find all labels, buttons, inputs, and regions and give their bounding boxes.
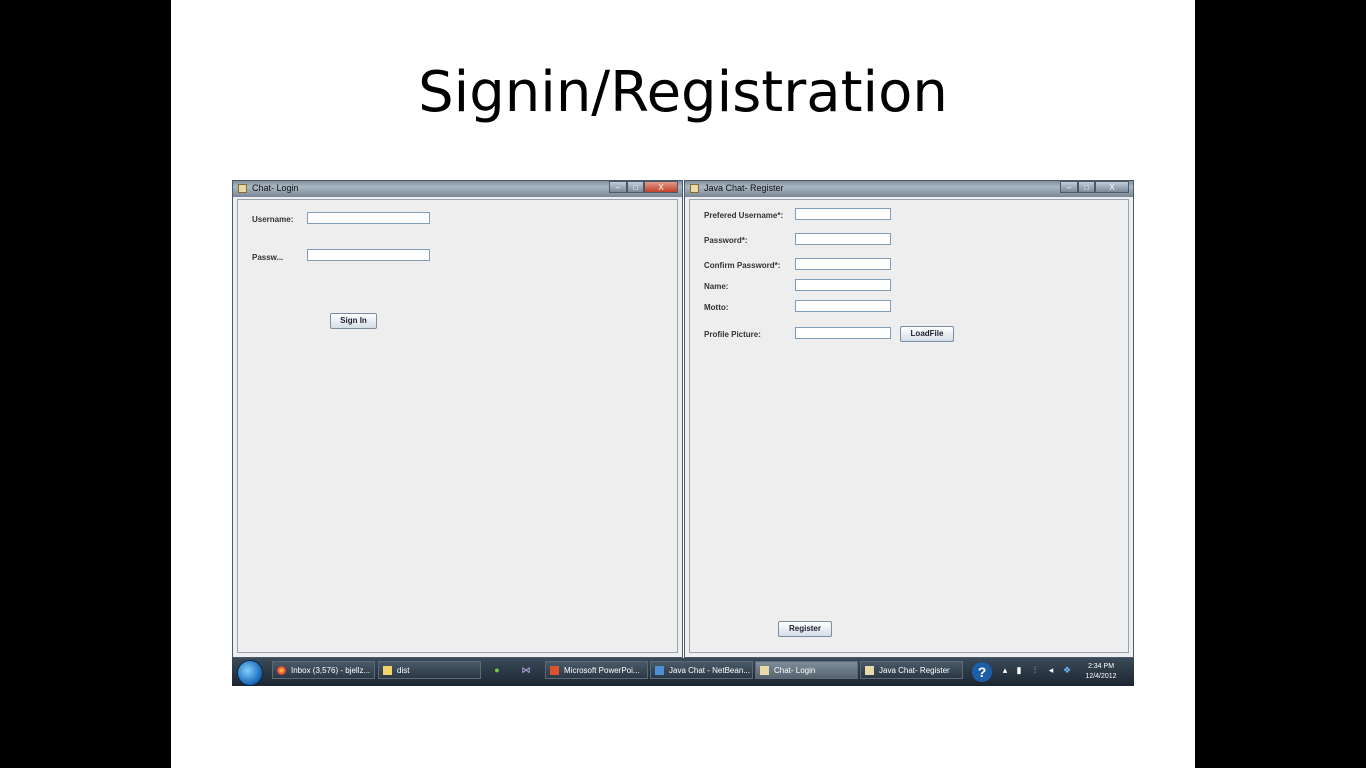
confirm-password-input[interactable] <box>795 258 891 270</box>
taskbar-item-label: Java Chat - NetBean... <box>669 666 750 675</box>
register-window: Java Chat- Register – □ X Prefered Usern… <box>684 180 1134 658</box>
java-icon <box>690 184 699 193</box>
taskbar-item-inbox[interactable]: Inbox (3,576) - bjellz... <box>272 661 375 679</box>
minimize-button[interactable]: – <box>1060 181 1078 193</box>
maximize-button[interactable]: □ <box>627 181 644 193</box>
taskbar-item-label: Chat- Login <box>774 666 816 675</box>
motto-label: Motto: <box>704 303 729 312</box>
taskbar: Inbox (3,576) - bjellz... dist ● ⋈ Micro… <box>232 658 1134 686</box>
username-label: Username: <box>252 215 294 224</box>
sign-in-button[interactable]: Sign In <box>330 313 377 329</box>
network-icon[interactable]: ⫶ <box>1030 665 1040 675</box>
java-icon <box>865 666 874 675</box>
name-label: Name: <box>704 282 729 291</box>
confirm-password-label: Confirm Password*: <box>704 261 781 270</box>
register-titlebar[interactable]: Java Chat- Register – □ X <box>685 181 1133 197</box>
close-button[interactable]: X <box>644 181 678 193</box>
password-label: Password*: <box>704 236 748 245</box>
motto-input[interactable] <box>795 300 891 312</box>
password-input[interactable] <box>307 249 430 261</box>
username-input[interactable] <box>307 212 430 224</box>
login-panel: Username: Passw... Sign In <box>237 199 678 653</box>
taskbar-item-chat-login[interactable]: Chat- Login <box>755 661 858 679</box>
folder-icon <box>383 666 392 675</box>
powerpoint-icon <box>550 666 559 675</box>
taskbar-item-label: Microsoft PowerPoi... <box>564 666 640 675</box>
start-button[interactable] <box>237 660 263 686</box>
chrome-icon <box>277 666 286 675</box>
preferred-username-label: Prefered Username*: <box>704 211 784 220</box>
register-button[interactable]: Register <box>778 621 832 637</box>
netbeans-icon <box>655 666 664 675</box>
load-file-button[interactable]: LoadFile <box>900 326 954 342</box>
login-window-title: Chat- Login <box>252 183 299 193</box>
help-icon[interactable]: ? <box>972 662 992 682</box>
login-titlebar[interactable]: Chat- Login – □ X <box>233 181 682 197</box>
minimize-button[interactable]: – <box>609 181 627 193</box>
system-clock[interactable]: 2:34 PM 12/4/2012 <box>1080 662 1122 682</box>
java-icon <box>760 666 769 675</box>
password-input[interactable] <box>795 233 891 245</box>
chat-app-icon[interactable]: ● <box>492 665 502 675</box>
maximize-button[interactable]: □ <box>1078 181 1095 193</box>
password-label: Passw... <box>252 253 284 262</box>
java-icon <box>238 184 247 193</box>
battery-icon[interactable]: ▮ <box>1014 665 1024 675</box>
taskbar-item-register[interactable]: Java Chat- Register <box>860 661 963 679</box>
register-window-title: Java Chat- Register <box>704 183 784 193</box>
clock-date: 12/4/2012 <box>1085 673 1117 680</box>
show-hidden-icons-icon[interactable]: ▴ <box>1000 665 1010 675</box>
slide-title: Signin/Registration <box>418 60 948 125</box>
preferred-username-input[interactable] <box>795 208 891 220</box>
taskbar-item-dist[interactable]: dist <box>378 661 481 679</box>
name-input[interactable] <box>795 279 891 291</box>
clock-time: 2:34 PM <box>1087 663 1115 670</box>
taskbar-item-label: Inbox (3,576) - bjellz... <box>291 666 371 675</box>
register-panel: Prefered Username*: Password*: Confirm P… <box>689 199 1129 653</box>
visual-studio-icon[interactable]: ⋈ <box>521 665 531 675</box>
profile-picture-input[interactable] <box>795 327 891 339</box>
volume-icon[interactable]: ◂ <box>1046 665 1056 675</box>
close-button[interactable]: X <box>1095 181 1129 193</box>
taskbar-item-label: dist <box>397 666 410 675</box>
dropbox-icon[interactable]: ❖ <box>1062 665 1072 675</box>
taskbar-item-powerpoint[interactable]: Microsoft PowerPoi... <box>545 661 648 679</box>
taskbar-item-label: Java Chat- Register <box>879 666 950 675</box>
login-window: Chat- Login – □ X Username: Passw... Sig… <box>232 180 683 658</box>
profile-picture-label: Profile Picture: <box>704 330 761 339</box>
taskbar-item-netbeans[interactable]: Java Chat - NetBean... <box>650 661 753 679</box>
